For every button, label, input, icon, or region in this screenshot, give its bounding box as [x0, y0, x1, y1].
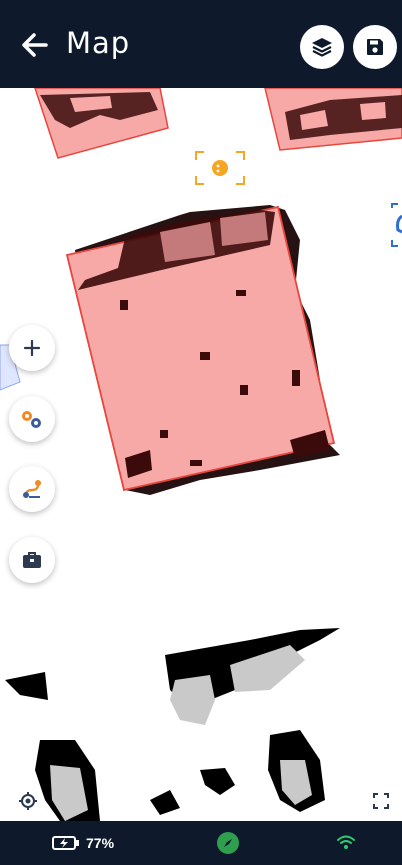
obstacle	[220, 212, 268, 246]
unexplored-area	[200, 768, 235, 795]
toolbox-button[interactable]	[9, 537, 55, 583]
fullscreen-button[interactable]	[368, 788, 394, 814]
route-icon	[23, 480, 41, 498]
obstacle	[292, 370, 300, 386]
obstacle	[120, 300, 128, 310]
zoom-in-button[interactable]	[9, 325, 55, 371]
back-button[interactable]	[20, 30, 50, 60]
obstacle	[360, 102, 386, 120]
dock-marker	[391, 203, 402, 247]
fullscreen-icon	[373, 793, 389, 809]
compass-button[interactable]	[217, 832, 239, 854]
battery-percent: 77%	[86, 835, 115, 851]
battery-charging-icon	[52, 836, 79, 850]
floppy-disk-icon	[367, 39, 383, 55]
app-header: Map	[0, 0, 402, 88]
crosshair-icon	[19, 792, 37, 810]
plus-icon	[23, 339, 41, 357]
gears-icon	[22, 411, 41, 428]
settings-button[interactable]	[9, 396, 55, 442]
unexplored-area	[150, 790, 180, 815]
robot-marker	[195, 151, 245, 185]
map-canvas[interactable]	[0, 88, 402, 821]
wifi-status	[336, 833, 356, 855]
obstacle	[200, 352, 210, 360]
unexplored-area	[170, 675, 215, 725]
locate-button[interactable]	[15, 788, 41, 814]
map-layer	[0, 88, 402, 821]
layers-button[interactable]	[300, 25, 344, 69]
compass-icon	[224, 839, 232, 847]
unexplored-area	[5, 672, 48, 700]
obstacle	[236, 290, 246, 296]
save-button[interactable]	[353, 25, 397, 69]
layers-icon	[312, 38, 332, 57]
obstacle	[240, 385, 248, 395]
toolbox-icon	[23, 552, 41, 568]
status-bar: 77%	[0, 821, 402, 865]
wifi-icon	[337, 835, 355, 849]
obstacle	[160, 430, 168, 438]
arrow-left-icon	[22, 33, 48, 57]
battery-status: 77%	[52, 835, 114, 851]
obstacle	[190, 460, 202, 466]
page-title: Map	[66, 26, 131, 60]
route-button[interactable]	[9, 466, 55, 512]
